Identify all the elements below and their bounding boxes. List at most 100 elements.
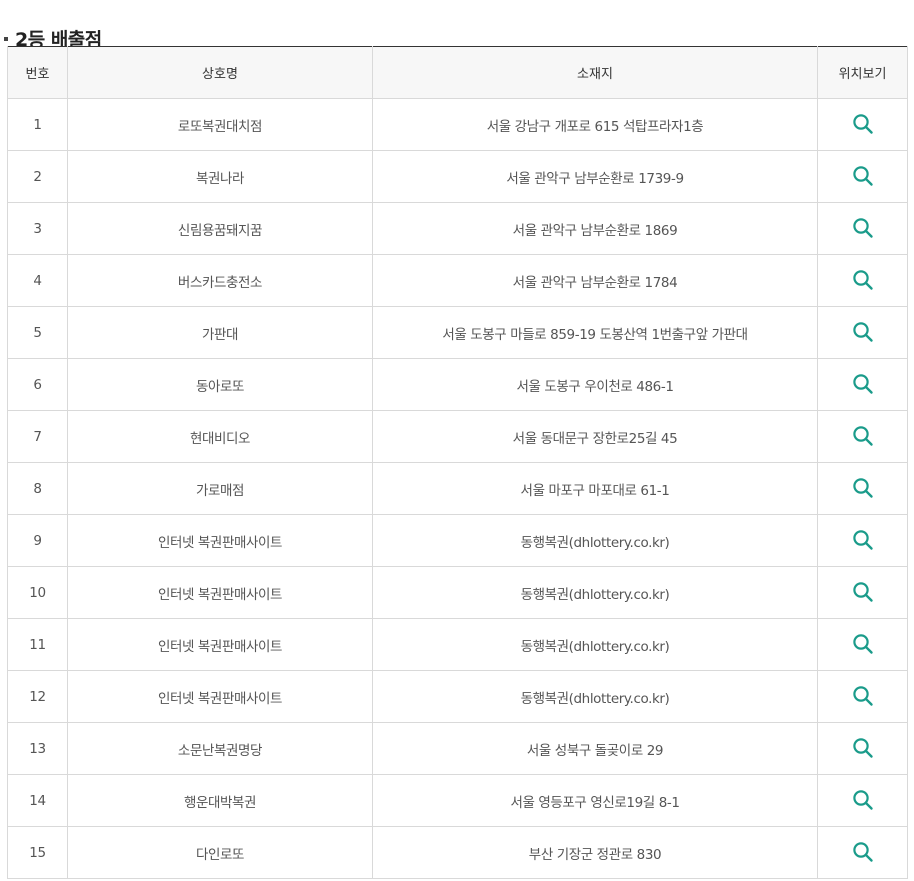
store-name: 소문난복권명당 <box>67 722 373 775</box>
table-body: 1 로또복권대치점 서울 강남구 개포로 615 석탑프라자1층 2 복권나라 서울 관악… <box>7 98 908 879</box>
table-row: 7 현대비디오 서울 동대문구 장한로25길 45 <box>7 410 908 463</box>
table-row: 8 가로매점 서울 마포구 마포대로 61-1 <box>7 462 908 515</box>
view-location-button[interactable] <box>849 422 877 450</box>
table-row: 2 복권나라 서울 관악구 남부순환로 1739-9 <box>7 150 908 203</box>
view-location-button[interactable] <box>849 162 877 190</box>
table-row: 6 동아로또 서울 도봉구 우이천로 486-1 <box>7 358 908 411</box>
row-number: 15 <box>7 826 68 879</box>
page: 2등 배출점 번호 상호명 소재지 위치보기 1 로또복권대치점 서울 강남구 개포… <box>0 0 914 881</box>
bullet-icon <box>4 37 8 41</box>
store-address: 서울 강남구 개포로 615 석탑프라자1층 <box>372 98 818 151</box>
location-cell <box>817 254 908 307</box>
search-icon <box>852 166 873 186</box>
store-address: 서울 성북구 돌곶이로 29 <box>372 722 818 775</box>
row-number: 1 <box>7 98 68 151</box>
row-number: 9 <box>7 514 68 567</box>
view-location-button[interactable] <box>849 110 877 138</box>
table-header-row: 번호 상호명 소재지 위치보기 <box>7 46 908 99</box>
store-name: 인터넷 복권판매사이트 <box>67 670 373 723</box>
location-cell <box>817 722 908 775</box>
store-name: 신림용꿈돼지꿈 <box>67 202 373 255</box>
view-location-button[interactable] <box>849 370 877 398</box>
location-cell <box>817 410 908 463</box>
header-no: 번호 <box>7 46 68 99</box>
store-address: 서울 영등포구 영신로19길 8-1 <box>372 774 818 827</box>
store-address: 서울 동대문구 장한로25길 45 <box>372 410 818 463</box>
search-icon <box>852 790 873 810</box>
search-icon <box>852 842 873 862</box>
location-cell <box>817 462 908 515</box>
location-cell <box>817 774 908 827</box>
table-row: 11 인터넷 복권판매사이트 동행복권(dhlottery.co.kr) <box>7 618 908 671</box>
row-number: 4 <box>7 254 68 307</box>
location-cell <box>817 202 908 255</box>
store-address: 서울 관악구 남부순환로 1784 <box>372 254 818 307</box>
location-cell <box>817 514 908 567</box>
search-icon <box>852 114 873 134</box>
header-location: 위치보기 <box>817 46 908 99</box>
view-location-button[interactable] <box>849 786 877 814</box>
row-number: 6 <box>7 358 68 411</box>
view-location-button[interactable] <box>849 474 877 502</box>
location-cell <box>817 98 908 151</box>
row-number: 11 <box>7 618 68 671</box>
store-address: 서울 마포구 마포대로 61-1 <box>372 462 818 515</box>
row-number: 10 <box>7 566 68 619</box>
store-address: 서울 관악구 남부순환로 1869 <box>372 202 818 255</box>
store-name: 버스카드충전소 <box>67 254 373 307</box>
store-address: 동행복권(dhlottery.co.kr) <box>372 670 818 723</box>
search-icon <box>852 218 873 238</box>
table-row: 5 가판대 서울 도봉구 마들로 859-19 도봉산역 1번출구앞 가판대 <box>7 306 908 359</box>
table-row: 10 인터넷 복권판매사이트 동행복권(dhlottery.co.kr) <box>7 566 908 619</box>
store-name: 가판대 <box>67 306 373 359</box>
view-location-button[interactable] <box>849 318 877 346</box>
header-store-name: 상호명 <box>67 46 373 99</box>
row-number: 3 <box>7 202 68 255</box>
location-cell <box>817 566 908 619</box>
store-address: 서울 도봉구 마들로 859-19 도봉산역 1번출구앞 가판대 <box>372 306 818 359</box>
search-icon <box>852 738 873 758</box>
view-location-button[interactable] <box>849 682 877 710</box>
store-name: 복권나라 <box>67 150 373 203</box>
table-row: 13 소문난복권명당 서울 성북구 돌곶이로 29 <box>7 722 908 775</box>
search-icon <box>852 478 873 498</box>
location-cell <box>817 306 908 359</box>
view-location-button[interactable] <box>849 838 877 866</box>
store-name: 인터넷 복권판매사이트 <box>67 618 373 671</box>
store-address: 동행복권(dhlottery.co.kr) <box>372 566 818 619</box>
table-row: 12 인터넷 복권판매사이트 동행복권(dhlottery.co.kr) <box>7 670 908 723</box>
table-row: 4 버스카드충전소 서울 관악구 남부순환로 1784 <box>7 254 908 307</box>
store-address: 서울 도봉구 우이천로 486-1 <box>372 358 818 411</box>
location-cell <box>817 826 908 879</box>
search-icon <box>852 634 873 654</box>
store-address: 동행복권(dhlottery.co.kr) <box>372 514 818 567</box>
search-icon <box>852 374 873 394</box>
store-name: 동아로또 <box>67 358 373 411</box>
store-name: 인터넷 복권판매사이트 <box>67 566 373 619</box>
view-location-button[interactable] <box>849 214 877 242</box>
view-location-button[interactable] <box>849 630 877 658</box>
store-name: 다인로또 <box>67 826 373 879</box>
location-cell <box>817 358 908 411</box>
row-number: 14 <box>7 774 68 827</box>
store-name: 행운대박복권 <box>67 774 373 827</box>
search-icon <box>852 530 873 550</box>
row-number: 7 <box>7 410 68 463</box>
store-name: 로또복권대치점 <box>67 98 373 151</box>
view-location-button[interactable] <box>849 526 877 554</box>
store-name: 인터넷 복권판매사이트 <box>67 514 373 567</box>
row-number: 5 <box>7 306 68 359</box>
store-name: 현대비디오 <box>67 410 373 463</box>
row-number: 2 <box>7 150 68 203</box>
view-location-button[interactable] <box>849 578 877 606</box>
table-row: 14 행운대박복권 서울 영등포구 영신로19길 8-1 <box>7 774 908 827</box>
table-row: 3 신림용꿈돼지꿈 서울 관악구 남부순환로 1869 <box>7 202 908 255</box>
view-location-button[interactable] <box>849 734 877 762</box>
store-address: 동행복권(dhlottery.co.kr) <box>372 618 818 671</box>
view-location-button[interactable] <box>849 266 877 294</box>
table-row: 15 다인로또 부산 기장군 정관로 830 <box>7 826 908 879</box>
row-number: 12 <box>7 670 68 723</box>
search-icon <box>852 686 873 706</box>
table-row: 1 로또복권대치점 서울 강남구 개포로 615 석탑프라자1층 <box>7 98 908 151</box>
table-row: 9 인터넷 복권판매사이트 동행복권(dhlottery.co.kr) <box>7 514 908 567</box>
